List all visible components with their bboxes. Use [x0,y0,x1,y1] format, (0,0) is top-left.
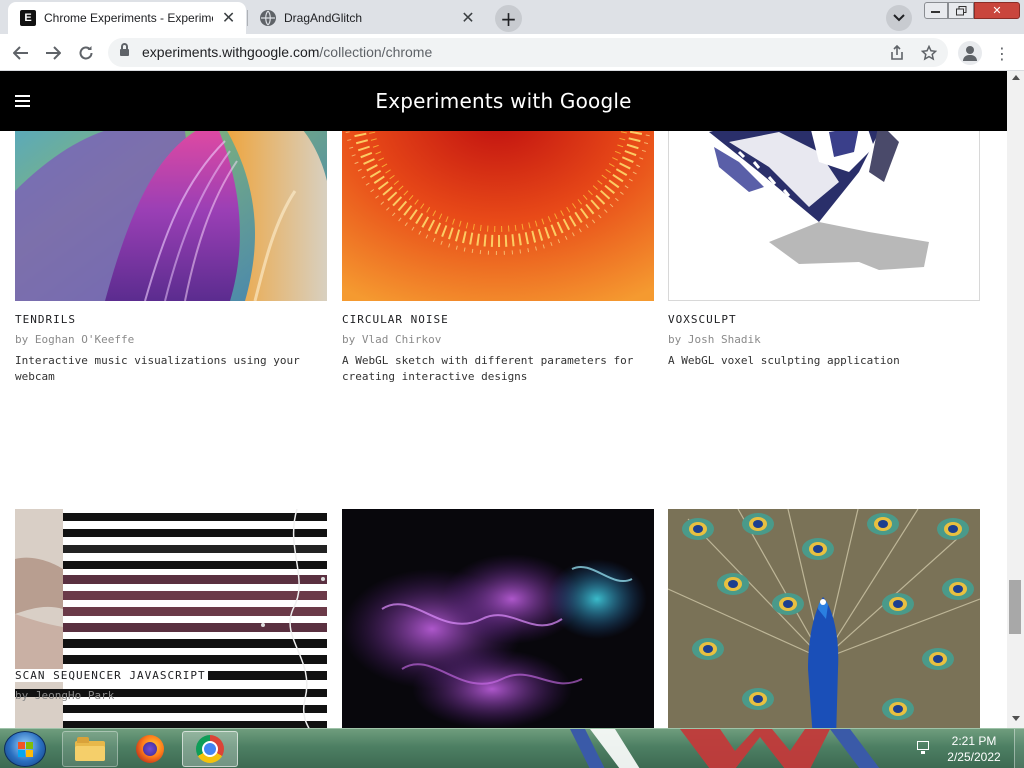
tab-title: Chrome Experiments - Experimen [44,11,214,25]
card-title[interactable]: CIRCULAR NOISE [342,313,449,326]
file-explorer-taskbar-button[interactable] [62,731,118,767]
browser-toolbar: experiments.withgoogle.com/collection/ch… [0,34,1024,71]
purple-smoke-thumbnail[interactable] [342,509,654,728]
show-desktop-button[interactable] [1014,729,1024,768]
url-host: experiments.withgoogle.com [142,44,320,60]
firefox-taskbar-button[interactable] [122,731,178,767]
tab-close-icon[interactable]: ✕ [458,8,478,28]
url-text[interactable]: experiments.withgoogle.com/collection/ch… [142,44,432,60]
forward-arrow-icon[interactable] [40,40,66,66]
card-author: by Vlad Chirkov [342,333,442,346]
chrome-taskbar-button[interactable] [182,731,238,767]
e-logo-icon: E [20,10,36,26]
card-author: by Josh Shadik [668,333,761,346]
network-tray-icon[interactable] [916,741,930,755]
scroll-down-arrow-icon[interactable] [1012,716,1020,721]
tab-title: DragAndGlitch [284,11,363,25]
file-explorer-icon [75,737,105,761]
bookmark-star-icon[interactable] [918,42,940,64]
tab-chrome-experiments[interactable]: E Chrome Experiments - Experimen ✕ [8,2,246,34]
peacock-thumbnail[interactable] [668,509,980,728]
card-title[interactable]: SCAN SEQUENCER JAVASCRIPT [15,669,208,682]
tab-drag-and-glitch[interactable]: DragAndGlitch ✕ [248,2,486,34]
card-description: A WebGL sketch with different parameters… [342,354,634,383]
share-icon[interactable] [886,42,908,64]
card-author: by JeongHo Park [15,689,115,702]
firefox-icon [136,735,164,763]
globe-icon [260,10,276,26]
card-description: A WebGL voxel sculpting application [668,354,900,367]
url-path: /collection/chrome [319,44,433,60]
desktop-wallpaper-art [570,729,880,768]
back-arrow-icon[interactable] [8,40,34,66]
new-tab-button[interactable]: + [495,5,522,32]
chrome-icon [196,735,224,763]
site-header: Experiments with Google [0,71,1007,131]
system-clock[interactable]: 2:21 PM 2/25/2022 [934,733,1014,765]
page-scrollbar[interactable] [1007,71,1024,728]
browser-tab-strip: E Chrome Experiments - Experimen ✕ DragA… [0,0,1024,34]
windows-taskbar: 2:21 PM 2/25/2022 [0,728,1024,768]
page-viewport: Experiments with Google TENDRILS by Eogh… [0,71,1024,728]
site-title[interactable]: Experiments with Google [0,89,1007,113]
start-button[interactable] [4,731,46,767]
clock-date: 2/25/2022 [947,750,1001,764]
minimize-window-button[interactable] [924,2,948,19]
profile-avatar-icon[interactable] [958,41,982,65]
scrollbar-thumb[interactable] [1009,580,1021,634]
card-title[interactable]: VOXSCULPT [668,313,737,326]
card-title[interactable]: TENDRILS [15,313,76,326]
reload-icon[interactable] [73,40,99,66]
more-menu-icon[interactable]: ⋮ [992,42,1012,64]
card-author: by Eoghan O'Keeffe [15,333,135,346]
card-description: Interactive music visualizations using y… [15,354,300,383]
windows-logo-icon [18,742,34,758]
clock-time: 2:21 PM [951,734,997,748]
tab-close-icon[interactable]: ✕ [219,8,238,28]
address-bar[interactable]: experiments.withgoogle.com/collection/ch… [108,38,948,67]
close-window-button[interactable]: ✕ [974,2,1020,19]
tab-search-chevron-icon[interactable] [886,5,912,31]
scroll-up-arrow-icon[interactable] [1012,75,1020,80]
restore-window-button[interactable] [948,2,974,19]
lock-icon[interactable] [120,43,129,57]
